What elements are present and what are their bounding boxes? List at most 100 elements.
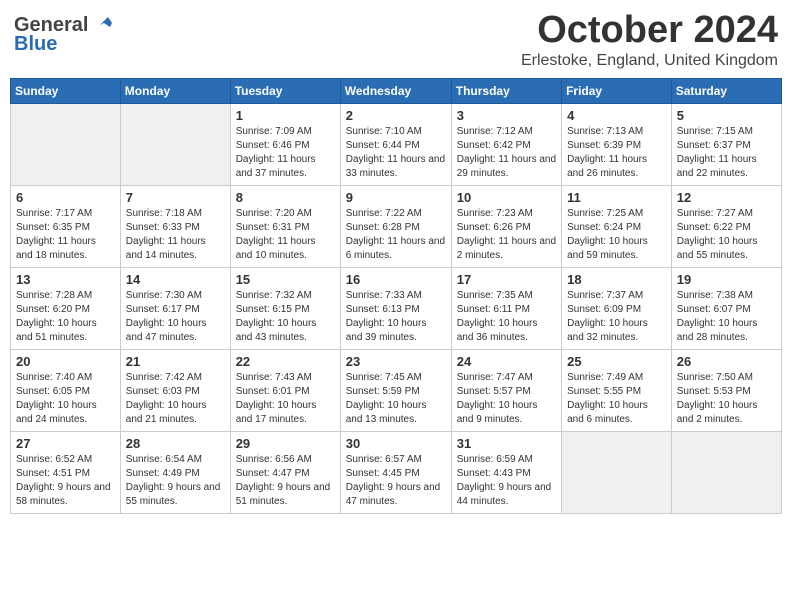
col-header-thursday: Thursday: [451, 78, 561, 103]
page-header: General Blue October 2024 Erlestoke, Eng…: [10, 10, 782, 70]
day-info: Sunrise: 7:25 AMSunset: 6:24 PMDaylight:…: [567, 207, 666, 263]
day-info: Sunrise: 7:33 AMSunset: 6:13 PMDaylight:…: [346, 289, 446, 345]
day-info: Sunrise: 7:09 AMSunset: 6:46 PMDaylight:…: [236, 125, 335, 181]
calendar-cell: 30 Sunrise: 6:57 AMSunset: 4:45 PMDayligh…: [340, 431, 451, 513]
location-subtitle: Erlestoke, England, United Kingdom: [521, 52, 778, 70]
title-block: October 2024 Erlestoke, England, United …: [521, 10, 778, 70]
day-info: Sunrise: 6:52 AMSunset: 4:51 PMDaylight:…: [16, 453, 115, 509]
day-info: Sunrise: 7:13 AMSunset: 6:39 PMDaylight:…: [567, 125, 666, 181]
day-info: Sunrise: 6:54 AMSunset: 4:49 PMDaylight:…: [126, 453, 225, 509]
day-info: Sunrise: 7:42 AMSunset: 6:03 PMDaylight:…: [126, 371, 225, 427]
day-number: 21: [126, 354, 225, 369]
calendar-week-row: 13 Sunrise: 7:28 AMSunset: 6:20 PMDayligh…: [11, 267, 782, 349]
day-info: Sunrise: 7:32 AMSunset: 6:15 PMDaylight:…: [236, 289, 335, 345]
calendar-cell: 23 Sunrise: 7:45 AMSunset: 5:59 PMDayligh…: [340, 349, 451, 431]
col-header-friday: Friday: [562, 78, 672, 103]
day-info: Sunrise: 7:43 AMSunset: 6:01 PMDaylight:…: [236, 371, 335, 427]
day-info: Sunrise: 7:22 AMSunset: 6:28 PMDaylight:…: [346, 207, 446, 263]
day-number: 4: [567, 108, 666, 123]
day-info: Sunrise: 7:47 AMSunset: 5:57 PMDaylight:…: [457, 371, 556, 427]
calendar-cell: 19 Sunrise: 7:38 AMSunset: 6:07 PMDayligh…: [671, 267, 781, 349]
day-number: 19: [677, 272, 776, 287]
calendar-cell: 16 Sunrise: 7:33 AMSunset: 6:13 PMDayligh…: [340, 267, 451, 349]
calendar-cell: 5 Sunrise: 7:15 AMSunset: 6:37 PMDaylight…: [671, 103, 781, 185]
calendar-cell: 26Sunrise: 7:50 AMSunset: 5:53 PMDayligh…: [671, 349, 781, 431]
calendar-cell: 1 Sunrise: 7:09 AMSunset: 6:46 PMDaylight…: [230, 103, 340, 185]
day-number: 29: [236, 436, 335, 451]
day-info: Sunrise: 7:23 AMSunset: 6:26 PMDaylight:…: [457, 207, 556, 263]
calendar-cell: 15Sunrise: 7:32 AMSunset: 6:15 PMDayligh…: [230, 267, 340, 349]
calendar-cell: 4 Sunrise: 7:13 AMSunset: 6:39 PMDaylight…: [562, 103, 672, 185]
col-header-monday: Monday: [120, 78, 230, 103]
day-number: 20: [16, 354, 115, 369]
day-number: 9: [346, 190, 446, 205]
calendar-cell: 8 Sunrise: 7:20 AMSunset: 6:31 PMDaylight…: [230, 185, 340, 267]
day-number: 12: [677, 190, 776, 205]
day-number: 26: [677, 354, 776, 369]
calendar-cell: 29 Sunrise: 6:56 AMSunset: 4:47 PMDayligh…: [230, 431, 340, 513]
day-number: 1: [236, 108, 335, 123]
calendar-cell: 6 Sunrise: 7:17 AMSunset: 6:35 PMDaylight…: [11, 185, 121, 267]
day-info: Sunrise: 6:57 AMSunset: 4:45 PMDaylight:…: [346, 453, 446, 509]
day-info: Sunrise: 7:37 AMSunset: 6:09 PMDaylight:…: [567, 289, 666, 345]
day-number: 14: [126, 272, 225, 287]
calendar-cell: 17 Sunrise: 7:35 AMSunset: 6:11 PMDayligh…: [451, 267, 561, 349]
day-number: 3: [457, 108, 556, 123]
day-info: Sunrise: 6:56 AMSunset: 4:47 PMDaylight:…: [236, 453, 335, 509]
calendar-week-row: 1 Sunrise: 7:09 AMSunset: 6:46 PMDaylight…: [11, 103, 782, 185]
day-number: 30: [346, 436, 446, 451]
calendar-week-row: 6 Sunrise: 7:17 AMSunset: 6:35 PMDaylight…: [11, 185, 782, 267]
calendar-cell: 14 Sunrise: 7:30 AMSunset: 6:17 PMDayligh…: [120, 267, 230, 349]
day-info: Sunrise: 7:18 AMSunset: 6:33 PMDaylight:…: [126, 207, 225, 263]
logo-bird-icon: [90, 15, 116, 35]
calendar-cell: 31 Sunrise: 6:59 AMSunset: 4:43 PMDayligh…: [451, 431, 561, 513]
calendar-cell: 27 Sunrise: 6:52 AMSunset: 4:51 PMDayligh…: [11, 431, 121, 513]
day-number: 17: [457, 272, 556, 287]
day-number: 16: [346, 272, 446, 287]
day-info: Sunrise: 6:59 AMSunset: 4:43 PMDaylight:…: [457, 453, 556, 509]
day-number: 25: [567, 354, 666, 369]
day-info: Sunrise: 7:49 AMSunset: 5:55 PMDaylight:…: [567, 371, 666, 427]
col-header-wednesday: Wednesday: [340, 78, 451, 103]
day-number: 18: [567, 272, 666, 287]
calendar-cell: [562, 431, 672, 513]
calendar-cell: 22 Sunrise: 7:43 AMSunset: 6:01 PMDayligh…: [230, 349, 340, 431]
day-number: 31: [457, 436, 556, 451]
day-number: 28: [126, 436, 225, 451]
day-info: Sunrise: 7:10 AMSunset: 6:44 PMDaylight:…: [346, 125, 446, 181]
calendar-week-row: 27 Sunrise: 6:52 AMSunset: 4:51 PMDayligh…: [11, 431, 782, 513]
calendar-cell: 25 Sunrise: 7:49 AMSunset: 5:55 PMDayligh…: [562, 349, 672, 431]
day-info: Sunrise: 7:45 AMSunset: 5:59 PMDaylight:…: [346, 371, 446, 427]
day-info: Sunrise: 7:40 AMSunset: 6:05 PMDaylight:…: [16, 371, 115, 427]
day-number: 5: [677, 108, 776, 123]
calendar-cell: 18 Sunrise: 7:37 AMSunset: 6:09 PMDayligh…: [562, 267, 672, 349]
calendar-cell: 24 Sunrise: 7:47 AMSunset: 5:57 PMDayligh…: [451, 349, 561, 431]
calendar-cell: 13 Sunrise: 7:28 AMSunset: 6:20 PMDayligh…: [11, 267, 121, 349]
calendar-cell: 7 Sunrise: 7:18 AMSunset: 6:33 PMDaylight…: [120, 185, 230, 267]
calendar-cell: 9 Sunrise: 7:22 AMSunset: 6:28 PMDaylight…: [340, 185, 451, 267]
day-info: Sunrise: 7:38 AMSunset: 6:07 PMDaylight:…: [677, 289, 776, 345]
calendar-cell: 28 Sunrise: 6:54 AMSunset: 4:49 PMDayligh…: [120, 431, 230, 513]
calendar-cell: 12Sunrise: 7:27 AMSunset: 6:22 PMDayligh…: [671, 185, 781, 267]
day-number: 7: [126, 190, 225, 205]
calendar-cell: 21 Sunrise: 7:42 AMSunset: 6:03 PMDayligh…: [120, 349, 230, 431]
day-number: 27: [16, 436, 115, 451]
col-header-saturday: Saturday: [671, 78, 781, 103]
day-number: 24: [457, 354, 556, 369]
day-number: 6: [16, 190, 115, 205]
day-number: 23: [346, 354, 446, 369]
day-info: Sunrise: 7:17 AMSunset: 6:35 PMDaylight:…: [16, 207, 115, 263]
col-header-tuesday: Tuesday: [230, 78, 340, 103]
day-info: Sunrise: 7:15 AMSunset: 6:37 PMDaylight:…: [677, 125, 776, 181]
day-number: 8: [236, 190, 335, 205]
calendar-table: SundayMondayTuesdayWednesdayThursdayFrid…: [10, 78, 782, 514]
day-number: 22: [236, 354, 335, 369]
day-info: Sunrise: 7:30 AMSunset: 6:17 PMDaylight:…: [126, 289, 225, 345]
day-number: 13: [16, 272, 115, 287]
calendar-cell: [120, 103, 230, 185]
day-info: Sunrise: 7:28 AMSunset: 6:20 PMDaylight:…: [16, 289, 115, 345]
day-info: Sunrise: 7:20 AMSunset: 6:31 PMDaylight:…: [236, 207, 335, 263]
calendar-cell: 10Sunrise: 7:23 AMSunset: 6:26 PMDayligh…: [451, 185, 561, 267]
calendar-header-row: SundayMondayTuesdayWednesdayThursdayFrid…: [11, 78, 782, 103]
day-info: Sunrise: 7:35 AMSunset: 6:11 PMDaylight:…: [457, 289, 556, 345]
